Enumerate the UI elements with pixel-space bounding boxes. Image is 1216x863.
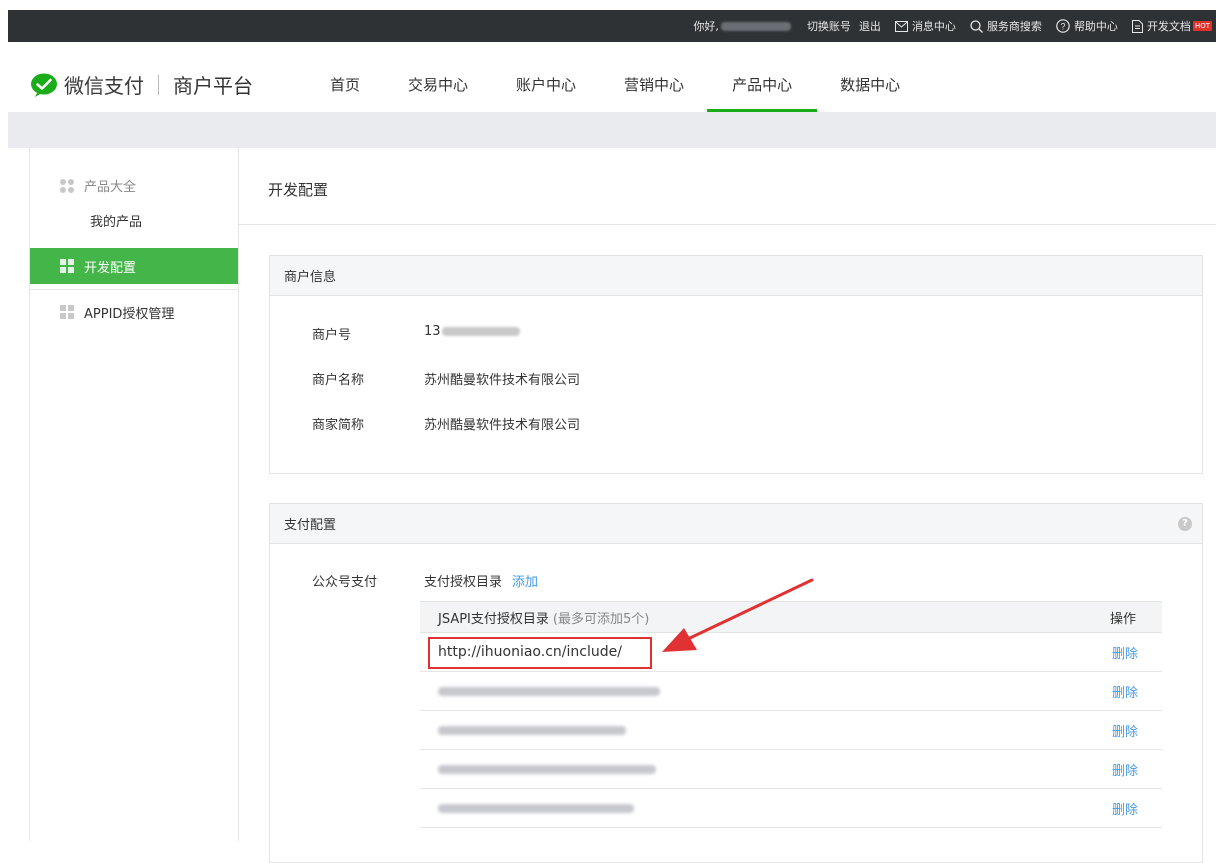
logo[interactable]: 微信支付 商户平台 xyxy=(30,70,253,99)
merchant-name-value: 苏州酷曼软件技术有限公司 xyxy=(424,373,581,388)
greeting: 你好, xyxy=(693,18,793,34)
panel-header: 支付配置 ? xyxy=(270,504,1202,544)
table-row: 删除 xyxy=(420,750,1162,789)
svg-text:?: ? xyxy=(1060,22,1065,32)
header-spacer xyxy=(8,112,1216,148)
delete-link[interactable]: 删除 xyxy=(1112,760,1138,779)
delete-link[interactable]: 删除 xyxy=(1112,643,1138,662)
auth-dir-table: JSAPI支付授权目录 (最多可添加5个) 操作 http://ihuoniao… xyxy=(420,601,1162,828)
blurred-url xyxy=(438,686,660,696)
wechat-pay-logo-icon xyxy=(31,73,57,97)
document-icon xyxy=(1131,19,1143,33)
blurred-url xyxy=(438,764,656,774)
main-header: 微信支付 商户平台 首页 交易中心 账户中心 营销中心 产品中心 数据中心 xyxy=(8,42,1216,112)
top-bar: 你好, 切换账号 退出 消息中心 服务商搜索 ? 帮助中心 开发文档 HOT xyxy=(8,10,1216,42)
title-divider xyxy=(239,224,1216,225)
grid-icon xyxy=(60,259,74,273)
hot-badge: HOT xyxy=(1192,21,1212,31)
sidebar-item-appid-auth[interactable]: APPID授权管理 xyxy=(30,294,238,330)
merchant-info-panel: 商户信息 商户号 13 商户名称 苏州酷曼软件技术有限公司 商家简称 苏州酷曼软… xyxy=(269,255,1203,474)
platform-name: 商户平台 xyxy=(173,74,253,98)
search-icon xyxy=(970,19,983,33)
nav-home[interactable]: 首页 xyxy=(330,42,360,112)
products-grid-icon xyxy=(60,178,74,193)
sidebar-item-dev-config[interactable]: 开发配置 xyxy=(30,248,238,284)
highlight-box xyxy=(428,637,652,669)
mail-icon xyxy=(894,20,908,32)
table-row: 删除 xyxy=(420,711,1162,750)
provider-search-link[interactable]: 服务商搜索 xyxy=(970,18,1042,34)
auth-dir-title: 支付授权目录 添加 xyxy=(424,575,539,590)
sidebar-divider xyxy=(30,289,238,290)
delete-link[interactable]: 删除 xyxy=(1112,721,1138,740)
message-center-link[interactable]: 消息中心 xyxy=(894,18,956,34)
table-header: JSAPI支付授权目录 (最多可添加5个) 操作 xyxy=(420,601,1162,633)
blurred-username xyxy=(720,21,791,31)
delete-link[interactable]: 删除 xyxy=(1112,682,1138,701)
blurred-merchant-id xyxy=(441,327,520,336)
table-row: 删除 xyxy=(420,789,1162,828)
nav-marketing-center[interactable]: 营销中心 xyxy=(624,42,684,112)
delete-link[interactable]: 删除 xyxy=(1112,799,1138,818)
help-center-link[interactable]: ? 帮助中心 xyxy=(1056,18,1118,34)
switch-account-link[interactable]: 切换账号 xyxy=(807,18,851,34)
merchant-short-name-value: 苏州酷曼软件技术有限公司 xyxy=(424,418,581,433)
op-header: 操作 xyxy=(1109,611,1136,627)
help-circle-icon: ? xyxy=(1056,19,1070,33)
main-content: 开发配置 商户信息 商户号 13 商户名称 苏州酷曼软件技术有限公司 商家简称 … xyxy=(239,148,1216,863)
sidebar-item-label: APPID授权管理 xyxy=(84,306,175,322)
sidebar-item-my-products[interactable]: 我的产品 xyxy=(90,211,142,230)
blurred-url xyxy=(438,803,634,813)
nav-trade-center[interactable]: 交易中心 xyxy=(408,42,468,112)
sidebar: 产品大全 我的产品 开发配置 APPID授权管理 xyxy=(29,148,239,841)
nav-data-center[interactable]: 数据中心 xyxy=(840,42,900,112)
table-row: 删除 xyxy=(420,672,1162,711)
merchant-id-row: 商户号 13 xyxy=(312,324,520,343)
sidebar-group-products: 产品大全 xyxy=(60,176,136,195)
merchant-name-row: 商户名称 苏州酷曼软件技术有限公司 xyxy=(312,369,580,388)
merchant-id-value: 13 xyxy=(424,324,441,339)
help-icon[interactable]: ? xyxy=(1178,517,1192,531)
payment-config-panel: 支付配置 ? 公众号支付 支付授权目录 添加 JSAPI支付授权目录 (最多可添加… xyxy=(269,503,1203,863)
brand-name: 微信支付 xyxy=(64,74,144,98)
dev-docs-link[interactable]: 开发文档 HOT xyxy=(1131,18,1212,34)
page-title: 开发配置 xyxy=(268,181,329,199)
grid-icon xyxy=(60,305,74,319)
add-link[interactable]: 添加 xyxy=(512,575,538,590)
logout-link[interactable]: 退出 xyxy=(859,18,881,34)
blurred-url xyxy=(438,725,626,735)
sidebar-item-label: 开发配置 xyxy=(84,260,137,276)
main-menu: 首页 交易中心 账户中心 营销中心 产品中心 数据中心 xyxy=(330,42,948,112)
logo-divider xyxy=(158,74,159,95)
nav-account-center[interactable]: 账户中心 xyxy=(516,42,576,112)
nav-product-center[interactable]: 产品中心 xyxy=(707,42,818,112)
merchant-short-name-row: 商家简称 苏州酷曼软件技术有限公司 xyxy=(312,414,580,433)
jsapi-label: 公众号支付 xyxy=(312,575,378,590)
panel-header: 商户信息 xyxy=(270,256,1202,296)
